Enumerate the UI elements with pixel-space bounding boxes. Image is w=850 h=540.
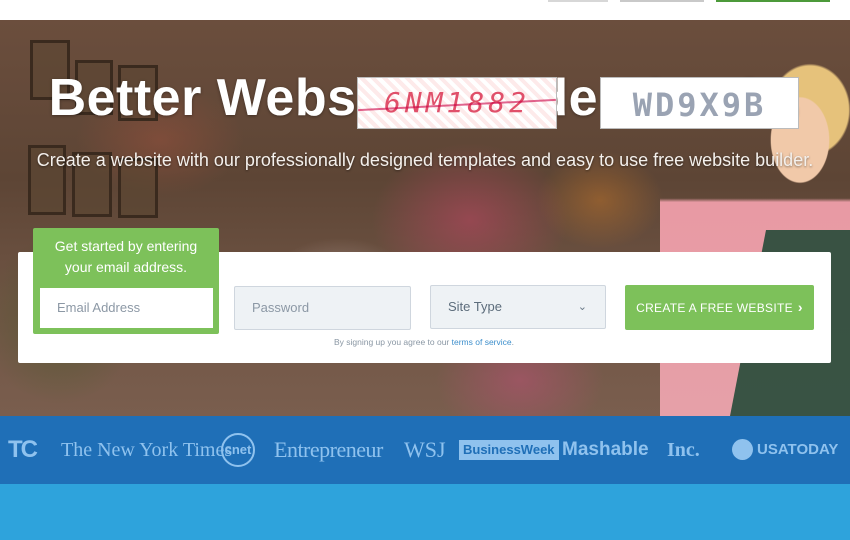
site-type-value: Site Type <box>448 299 502 314</box>
nav-button-partial[interactable] <box>548 0 608 2</box>
password-input[interactable]: Password <box>234 286 411 330</box>
captcha-text-2: WD9X9B <box>632 86 767 124</box>
terms-suffix: . <box>511 337 515 347</box>
chevron-down-icon: ⌄ <box>577 301 587 313</box>
captcha-text-1: 6NM1882 <box>383 86 530 119</box>
create-website-button[interactable]: CREATE A FREE WEBSITE › <box>625 285 814 330</box>
cnet-logo: cnet <box>221 433 255 467</box>
email-tip-text: Get started by entering your email addre… <box>54 238 198 275</box>
inc-logo: Inc. <box>667 439 700 461</box>
terms-prefix: By signing up you agree to our <box>333 337 452 347</box>
site-type-select[interactable]: Site Type ⌄ <box>430 285 606 329</box>
bottom-section <box>0 484 850 540</box>
hero-subtitle: Create a website with our professionally… <box>36 150 814 170</box>
terms-of-service-link[interactable]: terms of service <box>452 337 512 347</box>
wsj-logo: WSJ <box>404 437 446 462</box>
techcrunch-logo: TC <box>8 436 38 463</box>
captcha-image-1: 6NM1882 <box>357 77 557 129</box>
press-logo-bar: TC The New York Times cnet Entrepreneur … <box>0 416 850 484</box>
entrepreneur-logo: Entrepreneur <box>274 437 383 462</box>
top-nav-bar <box>0 0 850 20</box>
mashable-logo: Mashable <box>562 439 649 460</box>
usatoday-logo: USATODAY <box>757 441 839 458</box>
businessweek-logo: BusinessWeek <box>459 440 559 460</box>
chevron-right-icon: › <box>797 299 803 315</box>
nav-button-partial[interactable] <box>620 0 704 2</box>
terms-notice: By signing up you agree to our terms of … <box>234 337 614 347</box>
nytimes-logo: The New York Times <box>61 439 233 461</box>
nav-signup-button-partial[interactable] <box>716 0 830 2</box>
email-input[interactable]: Email Address <box>38 286 215 330</box>
create-website-label: CREATE A FREE WEBSITE <box>636 301 793 315</box>
usatoday-dot-icon <box>732 439 753 460</box>
captcha-image-2: WD9X9B <box>600 77 799 129</box>
